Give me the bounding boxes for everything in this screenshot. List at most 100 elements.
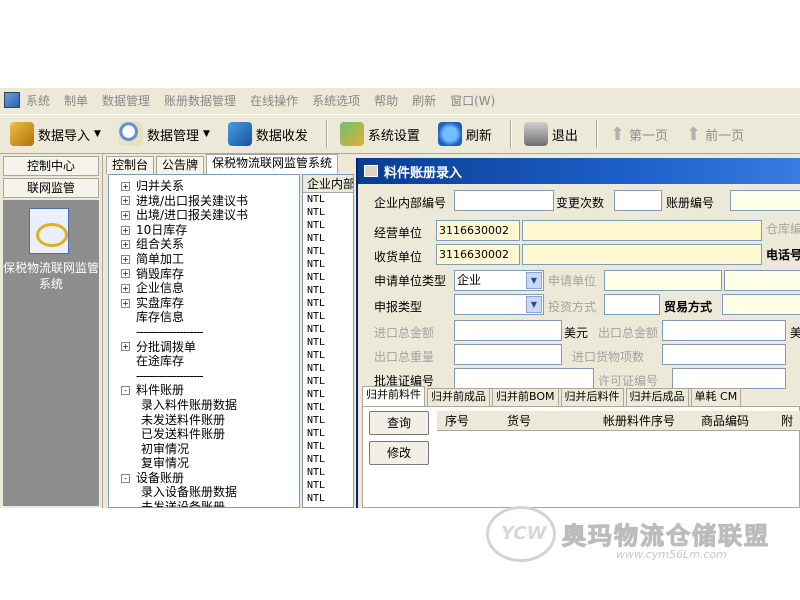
dialog-titlebar[interactable]: 料件账册录入 [358,158,800,184]
data-manage-button[interactable]: 数据管理 ▼ [113,118,216,150]
tab-pre-merge-product[interactable]: 归并前成品 [427,388,490,406]
tree-item[interactable]: + 企业信息 [121,281,299,296]
expand-icon[interactable]: + [121,225,130,235]
expand-icon[interactable]: + [121,240,130,250]
nav-tab-network-supervision[interactable]: 联网监管 [3,178,99,198]
tree-item[interactable]: + 分批调拨单 [121,340,299,355]
menu-item-options[interactable]: 系统选项 [312,92,360,109]
grid-header-seq[interactable]: 序号 [437,411,499,430]
exit-button[interactable]: 退出 [518,118,584,150]
list-item[interactable]: NTL [303,479,353,492]
list-item[interactable]: NTL [303,310,353,323]
list-item[interactable]: NTL [303,193,353,206]
change-count-input[interactable] [614,190,662,211]
list-item[interactable]: NTL [303,453,353,466]
chevron-down-icon[interactable]: ▼ [526,272,542,289]
list-item[interactable]: NTL [303,336,353,349]
data-send-button[interactable]: 数据收发 [222,118,314,150]
prev-page-button[interactable]: ⬆ 前一页 [680,118,750,150]
tab-post-merge-product[interactable]: 归并后成品 [625,388,689,406]
list-item[interactable]: NTL [303,414,353,427]
list-item[interactable]: NTL [303,349,353,362]
tree-item[interactable]: + 简单加工 [121,252,299,267]
internal-no-input[interactable] [454,190,554,211]
list-item[interactable]: NTL [303,245,353,258]
tree-item[interactable]: 在途库存 [121,354,299,369]
tree-item[interactable]: + 归并关系 [121,179,299,194]
tree-item[interactable]: + 出境/进口报关建议书 [121,208,299,223]
expand-icon[interactable]: + [121,196,130,206]
system-label[interactable]: 保税物流联网监管系统 [3,260,99,292]
menu-item-window[interactable]: 窗口(W) [450,92,495,109]
data-import-button[interactable]: 数据导入 ▼ [4,118,107,150]
declare-type-select[interactable]: ▼ [454,294,544,315]
tree-item[interactable]: + 进境/出口报关建议书 [121,194,299,209]
tree-item[interactable]: + 组合关系 [121,237,299,252]
column-header[interactable]: 企业内部 [303,175,353,193]
tab-bonded-system[interactable]: 保税物流联网监管系统 [206,154,339,174]
tree-item[interactable]: - 设备账册 [121,471,299,486]
applicant-name-input[interactable] [724,270,800,291]
tree-item[interactable]: 未发送料件账册 [121,413,299,428]
trade-mode-input[interactable] [722,294,800,315]
menu-item-data-manage[interactable]: 数据管理 [102,92,150,109]
expand-icon[interactable]: + [121,342,130,352]
chevron-down-icon[interactable]: ▼ [526,296,542,313]
expand-icon[interactable]: + [121,181,130,191]
tab-post-merge-material[interactable]: 归并后料件 [560,388,624,406]
menu-item-make-doc[interactable]: 制单 [64,92,88,109]
list-item[interactable]: NTL [303,401,353,414]
book-no-input[interactable] [730,190,800,211]
list-item[interactable]: NTL [303,258,353,271]
modify-button[interactable]: 修改 [369,441,429,465]
tab-bulletin[interactable]: 公告牌 [156,156,205,174]
list-item[interactable]: NTL [303,375,353,388]
expand-icon[interactable]: + [121,269,130,279]
expand-icon[interactable]: + [121,283,130,293]
export-total-input[interactable] [662,320,786,341]
tab-consumption[interactable]: 单耗 CM [690,388,742,406]
import-items-input[interactable] [662,344,786,365]
expand-icon[interactable]: + [121,254,130,264]
grid-header-hs-code[interactable]: 商品编码 [695,411,779,430]
dropdown-arrow-icon[interactable]: ▼ [203,129,210,139]
list-item[interactable]: NTL [303,427,353,440]
collapse-icon[interactable]: - [121,473,130,483]
menu-item-help[interactable]: 帮助 [374,92,398,109]
menu-item-system[interactable]: 系统 [26,92,50,109]
collapse-icon[interactable]: - [121,386,130,396]
query-button[interactable]: 查询 [369,411,429,435]
list-item[interactable]: NTL [303,388,353,401]
grid-header-item-no[interactable]: 货号 [499,411,599,430]
list-item[interactable]: NTL [303,297,353,310]
invest-mode-input[interactable] [604,294,660,315]
first-page-button[interactable]: ⬆ 第一页 [604,118,674,150]
list-item[interactable]: NTL [303,323,353,336]
expand-icon[interactable]: + [121,298,130,308]
tab-console[interactable]: 控制台 [106,156,155,174]
menu-item-refresh[interactable]: 刷新 [412,92,436,109]
list-item[interactable]: NTL [303,492,353,505]
list-item[interactable]: NTL [303,271,353,284]
menu-item-online[interactable]: 在线操作 [250,92,298,109]
nav-tab-control-center[interactable]: 控制中心 [3,156,99,176]
grid-header-book-seq[interactable]: 帐册料件序号 [599,411,695,430]
menu-item-book-data[interactable]: 账册数据管理 [164,92,236,109]
tab-pre-merge-material[interactable]: 归并前料件 [362,386,425,406]
expand-icon[interactable]: + [121,210,130,220]
tree-item[interactable]: + 销毁库存 [121,267,299,282]
list-item[interactable]: NTL [303,219,353,232]
grid-header-extra[interactable]: 附 [779,411,799,430]
tree-item[interactable]: 未发送设备账册 [121,500,299,507]
list-item[interactable]: NTL [303,284,353,297]
tree-item[interactable]: 已发送料件账册 [121,427,299,442]
tree-item[interactable]: 复审情况 [121,456,299,471]
applicant-code-input[interactable] [604,270,722,291]
operator-name-input[interactable] [522,220,762,241]
tree-item[interactable]: 录入料件账册数据 [121,398,299,413]
tree-item[interactable]: 初审情况 [121,442,299,457]
tree-item[interactable]: 录入设备账册数据 [121,485,299,500]
settings-button[interactable]: 系统设置 [334,118,426,150]
receiver-code-input[interactable]: 3116630002 [436,244,520,265]
tree-item[interactable]: - 料件账册 [121,383,299,398]
